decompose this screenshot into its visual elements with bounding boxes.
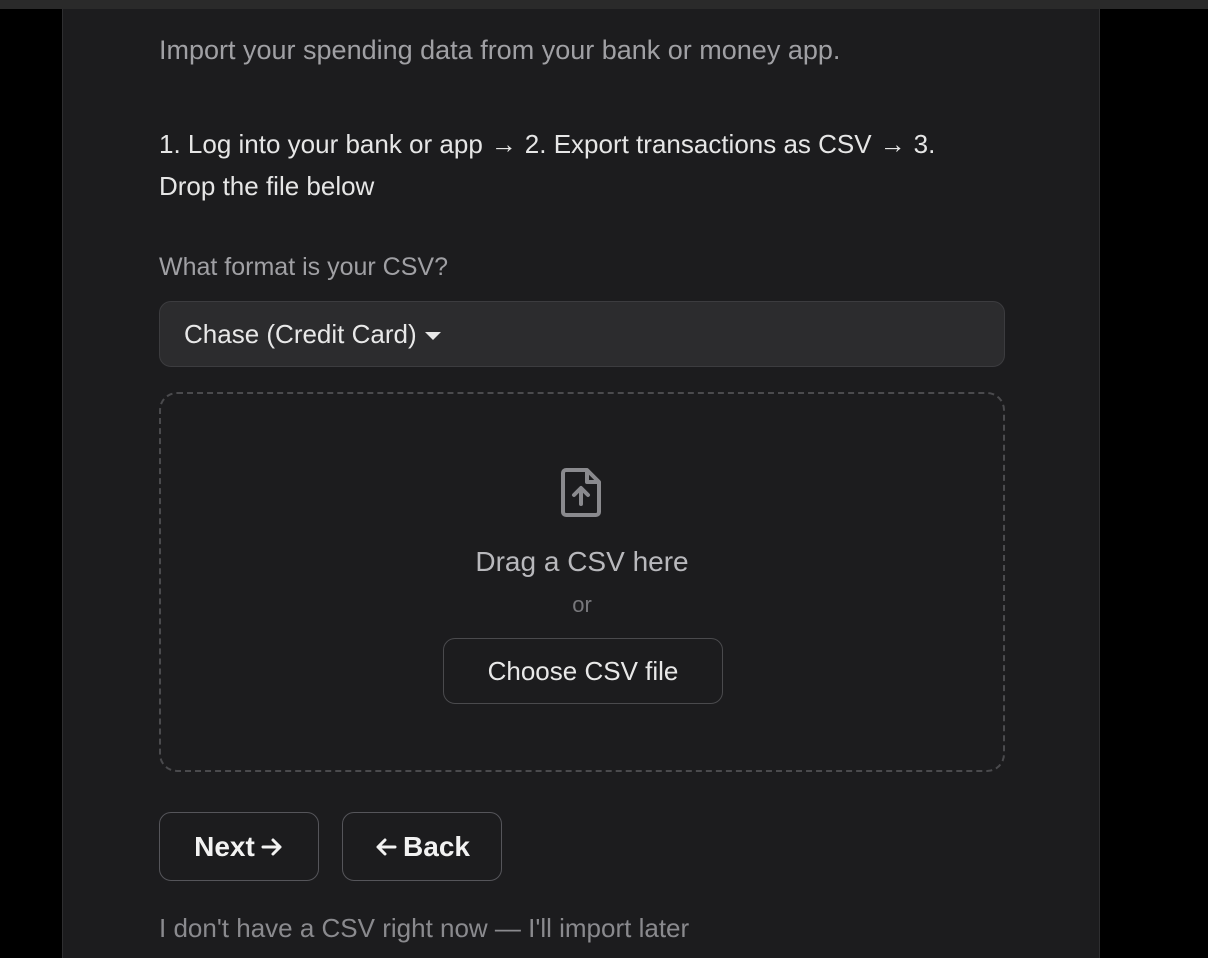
step-2: 2. Export transactions as CSV <box>524 129 872 159</box>
format-label: What format is your CSV? <box>159 253 448 281</box>
next-button[interactable]: Next <box>159 812 319 881</box>
arrow-left-icon <box>376 838 397 855</box>
page-subtitle: Import your spending data from your bank… <box>159 35 841 65</box>
format-select-value: Chase (Credit Card) <box>184 318 417 349</box>
caret-down-icon <box>424 332 441 340</box>
window-top-bar <box>0 0 1208 9</box>
arrow-right-icon <box>261 838 282 855</box>
arrow-right-icon: → <box>879 129 906 159</box>
dropzone-or: or <box>572 592 592 617</box>
import-later-link[interactable]: I don't have a CSV right now — I'll impo… <box>159 913 689 944</box>
file-upload-icon <box>561 468 601 517</box>
format-select[interactable]: Chase (Credit Card) <box>159 301 1005 367</box>
import-card: Import your spending data from your bank… <box>62 9 1100 958</box>
choose-csv-button[interactable]: Choose CSV file <box>443 638 723 704</box>
back-button[interactable]: Back <box>342 812 502 881</box>
dropzone-title: Drag a CSV here <box>475 546 689 577</box>
next-button-label: Next <box>194 830 255 862</box>
csv-dropzone[interactable]: Drag a CSV here or Choose CSV file <box>159 392 1005 772</box>
import-steps: 1. Log into your bank or app → 2. Export t… <box>159 123 979 207</box>
step-1: 1. Log into your bank or app <box>159 129 483 159</box>
arrow-right-icon: → <box>490 129 517 159</box>
back-button-label: Back <box>403 830 470 862</box>
